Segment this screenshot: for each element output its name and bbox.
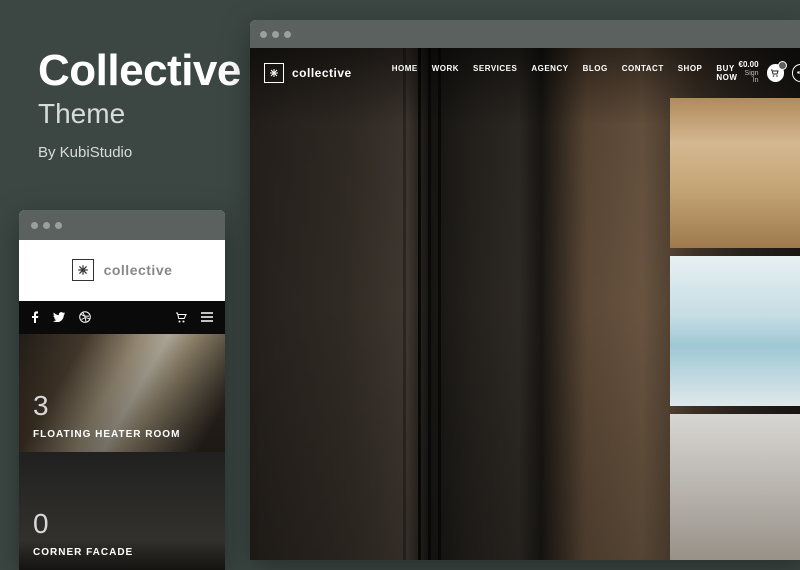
nav-right-controls: €0.00 Sign In [737,61,800,85]
card-count: 3 [33,390,49,422]
mobile-header: collective [19,240,225,301]
cart-badge [778,61,787,70]
logo-mark-icon [264,63,284,83]
share-button[interactable] [792,64,800,82]
page-title-block: Collective Theme By KubiStudio [38,46,241,161]
cart-button[interactable] [767,64,784,82]
window-dot [272,31,279,38]
facebook-icon[interactable] [31,311,39,323]
thumb-3[interactable] [670,414,800,560]
project-card-1[interactable]: 3 FLOATING HEATER ROOM [19,334,225,452]
mobile-viewport: collective 3 FLOATING HEATER ROOM 0 CORN… [19,240,225,570]
window-chrome [19,210,225,240]
nav-link-work[interactable]: WORK [432,64,459,82]
nav-link-home[interactable]: HOME [392,64,418,82]
nav-link-agency[interactable]: AGENCY [531,64,568,82]
main-nav: collective HOME WORK SERVICES AGENCY BLO… [250,48,800,98]
theme-author: By KubiStudio [38,144,241,161]
cart-icon [770,68,780,78]
thumb-1[interactable] [670,98,800,248]
desktop-viewport: collective HOME WORK SERVICES AGENCY BLO… [250,48,800,560]
nav-link-shop[interactable]: SHOP [678,64,703,82]
window-chrome [250,20,800,48]
cart-icon[interactable] [175,312,187,323]
logo-text: collective [292,66,352,80]
nav-link-blog[interactable]: BLOG [583,64,608,82]
window-dot [260,31,267,38]
desktop-preview-window: collective HOME WORK SERVICES AGENCY BLO… [250,20,800,560]
card-title: CORNER FACADE [33,547,133,558]
nav-link-buynow[interactable]: BUY NOW [716,64,737,82]
mobile-toolbar [19,301,225,334]
window-dot [43,222,50,229]
twitter-icon[interactable] [53,312,65,322]
window-dot [31,222,38,229]
cart-price: €0.00 [737,61,758,70]
window-dot [284,31,291,38]
nav-link-services[interactable]: SERVICES [473,64,517,82]
share-icon [796,68,800,77]
menu-icon[interactable] [201,312,213,322]
card-title: FLOATING HEATER ROOM [33,429,180,440]
logo-text: collective [104,262,173,278]
site-logo[interactable]: collective [264,63,352,83]
thumb-2[interactable] [670,256,800,406]
nav-link-contact[interactable]: CONTACT [622,64,664,82]
nav-links: HOME WORK SERVICES AGENCY BLOG CONTACT S… [392,64,738,82]
theme-name: Collective [38,46,241,96]
dribbble-icon[interactable] [79,311,91,323]
card-count: 0 [33,508,49,540]
project-card-2[interactable]: 0 CORNER FACADE [19,452,225,570]
window-dot [55,222,62,229]
side-thumbnails [670,98,800,560]
logo-mark-icon [72,259,94,281]
theme-subtitle: Theme [38,98,241,130]
cart-summary[interactable]: €0.00 Sign In [737,61,758,85]
mobile-preview-window: collective 3 FLOATING HEATER ROOM 0 CORN… [19,210,225,570]
signin-link[interactable]: Sign In [737,70,758,85]
